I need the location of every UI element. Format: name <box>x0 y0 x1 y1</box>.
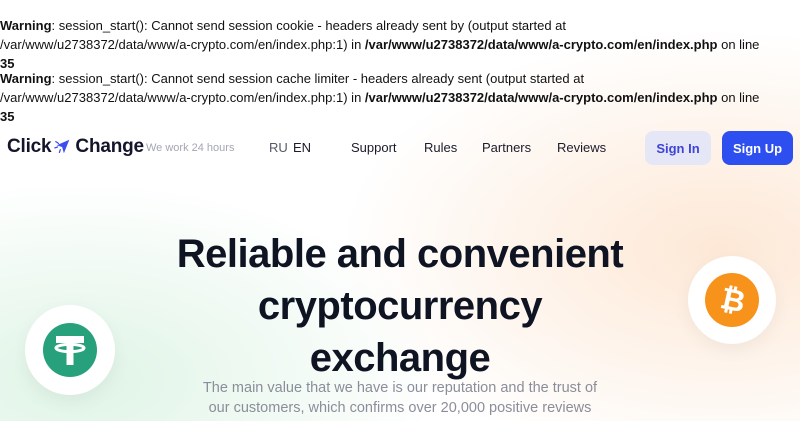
hero-title: Reliable and convenient cryptocurrency e… <box>0 228 800 384</box>
hero-title-line: cryptocurrency <box>257 284 543 328</box>
nav-partners[interactable]: Partners <box>482 140 531 155</box>
nav-support[interactable]: Support <box>351 140 397 155</box>
bitcoin-coin-icon: ₿ <box>705 273 759 327</box>
bitcoin-badge: ₿ <box>688 256 776 344</box>
tether-coin-icon <box>43 323 97 377</box>
tether-badge <box>25 305 115 395</box>
php-warning: Warning: session_start(): Cannot send se… <box>0 69 760 126</box>
cursor-arrow-icon <box>54 139 70 154</box>
top-navigation: Click Change We work 24 hours RU EN Supp… <box>0 130 800 166</box>
php-warning: Warning: session_start(): Cannot send se… <box>0 16 760 73</box>
warning-on-line: on line <box>717 90 760 105</box>
logo-text-click: Click <box>7 136 52 157</box>
logo-text-change: Change <box>75 136 144 157</box>
hero-title-line: exchange <box>309 336 491 380</box>
hero-title-line: Reliable and convenient <box>176 232 624 276</box>
hero-subtitle: The main value that we have is our reput… <box>0 378 800 418</box>
nav-rules[interactable]: Rules <box>424 140 457 155</box>
warning-on-line: on line <box>717 37 760 52</box>
language-ru[interactable]: RU <box>269 140 288 155</box>
language-en[interactable]: EN <box>293 140 311 155</box>
hero-subtitle-line: our customers, which confirms over 20,00… <box>208 400 592 416</box>
nav-reviews[interactable]: Reviews <box>557 140 606 155</box>
warning-file: /var/www/u2738372/data/www/a-crypto.com/… <box>364 90 718 105</box>
sign-in-button[interactable]: Sign In <box>645 131 711 165</box>
tagline: We work 24 hours <box>146 142 235 154</box>
warning-file: /var/www/u2738372/data/www/a-crypto.com/… <box>364 37 718 52</box>
sign-up-button[interactable]: Sign Up <box>722 131 793 165</box>
hero-subtitle-line: The main value that we have is our reput… <box>202 380 598 396</box>
warning-label: Warning <box>0 18 52 33</box>
warning-line-number: 35 <box>0 109 15 124</box>
logo[interactable]: Click Change <box>7 136 144 158</box>
warning-label: Warning <box>0 71 52 86</box>
